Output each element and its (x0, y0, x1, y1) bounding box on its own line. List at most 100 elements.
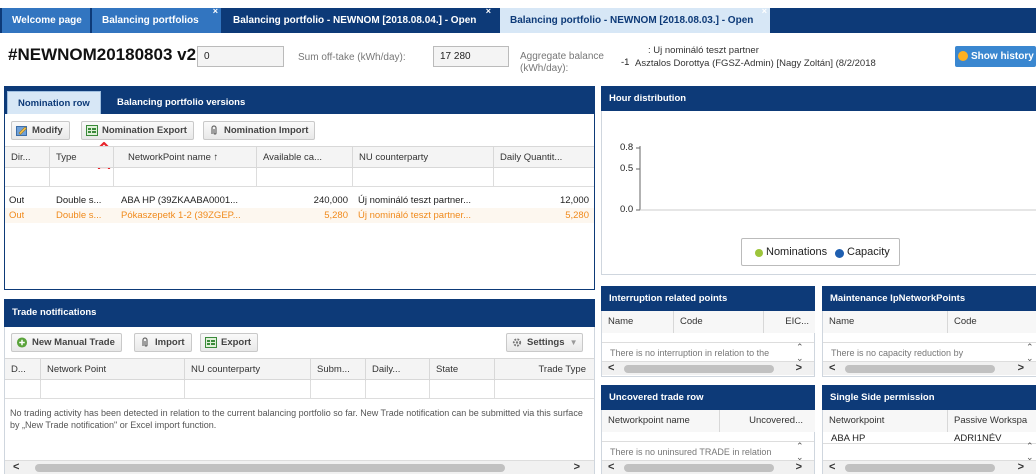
nomination-export-button[interactable]: Nomination Export (81, 121, 194, 140)
filter-cell[interactable] (430, 381, 495, 399)
filter-row[interactable] (823, 333, 1036, 343)
version-field[interactable]: 0 (197, 46, 284, 67)
col-state[interactable]: State (430, 359, 495, 381)
tab-portfolio-0804[interactable]: Balancing portfolio - NEWNOM [2018.08.04… (223, 8, 494, 33)
close-icon[interactable]: × (486, 8, 491, 24)
col-networkpoint-name[interactable]: Networkpoint name (602, 410, 720, 432)
filter-row[interactable] (602, 432, 814, 442)
tab-nomination-row[interactable]: Nomination row (7, 91, 101, 114)
trade-import-button[interactable]: Import (134, 333, 192, 352)
col-passive-workspace[interactable]: Passive Workspa (948, 410, 1036, 432)
col-networkpoint[interactable]: Networkpoint (823, 410, 948, 432)
tab-label: Balancing portfolio - NEWNOM [2018.08.03… (510, 15, 754, 26)
filter-cell[interactable] (366, 381, 430, 399)
legend-nominations[interactable]: Nominations (766, 246, 827, 258)
filter-cell[interactable] (5, 381, 41, 399)
filter-cell[interactable] (41, 381, 185, 399)
maintenance-scrollbar[interactable]: < > (823, 361, 1036, 375)
scroll-thumb[interactable] (35, 464, 505, 472)
col-networkpoint-name[interactable]: NetworkPoint name ↑ (114, 147, 257, 169)
show-history-button[interactable]: Show history (955, 46, 1036, 67)
col-code[interactable]: Code (948, 311, 1036, 333)
col-name[interactable]: Name (602, 311, 674, 333)
scroll-right-icon[interactable]: > (796, 362, 802, 375)
edit-icon (16, 126, 27, 136)
col-nu-counterparty[interactable]: NU counterparty (353, 147, 494, 169)
settings-button[interactable]: Settings ▼ (506, 333, 584, 352)
filter-cell[interactable] (495, 381, 594, 399)
tab-balancing-portfolios[interactable]: Balancing portfolios × (92, 8, 221, 33)
tab-welcome-page[interactable]: Welcome page (2, 8, 90, 33)
scroll-left-icon[interactable]: < (608, 461, 614, 474)
scroll-right-icon[interactable]: > (796, 461, 802, 474)
tab-label: Balancing portfolio - NEWNOM [2018.08.04… (233, 15, 477, 26)
single-side-panel: Networkpoint Passive Workspa ABA HP ADRI… (822, 410, 1036, 474)
col-trade-type[interactable]: Trade Type (495, 359, 594, 381)
sum-offtake-field[interactable]: 17 280 (433, 46, 509, 67)
modify-button[interactable]: Modify (11, 121, 70, 140)
col-code[interactable]: Code (674, 311, 764, 333)
filter-cell[interactable] (353, 169, 494, 187)
trade-notifications-header: Trade notifications (4, 299, 595, 327)
trade-export-button[interactable]: Export (200, 333, 259, 352)
scroll-right-icon[interactable]: > (1018, 461, 1024, 474)
interruption-scrollbar[interactable]: < > (602, 361, 814, 375)
close-icon[interactable]: × (762, 8, 767, 24)
col-submitted[interactable]: Subm... (311, 359, 366, 381)
col-direction[interactable]: Dir... (5, 147, 50, 169)
interruption-panel: Name Code EIC... There is no interruptio… (601, 311, 815, 377)
scroll-thumb[interactable] (845, 464, 995, 472)
scroll-left-icon[interactable]: < (608, 362, 614, 375)
col-type[interactable]: Type (50, 147, 114, 169)
maintenance-panel: Name Code There is no capacity reduction… (822, 311, 1036, 377)
filter-cell[interactable] (311, 381, 366, 399)
col-network-point[interactable]: Network Point (41, 359, 185, 381)
show-history-label: Show history (971, 51, 1034, 62)
table-row[interactable]: Out Double s... ABA HP (39ZKAABA0001... … (5, 193, 594, 208)
col-daily[interactable]: Daily... (366, 359, 430, 381)
scroll-thumb[interactable] (624, 464, 774, 472)
close-icon[interactable]: × (213, 8, 218, 24)
filter-cell[interactable] (257, 169, 353, 187)
col-direction[interactable]: D... (5, 359, 41, 381)
col-available-capacity[interactable]: Available ca... (257, 147, 353, 169)
table-row[interactable]: ABA HP ADRI1NÉV (823, 432, 1036, 444)
filter-row[interactable] (602, 333, 814, 343)
single-side-header: Single Side permission (822, 385, 1036, 410)
table-row[interactable]: Out Double s... Pókaszepetk 1-2 (39ZGEP.… (5, 208, 594, 223)
aggregate-balance-field[interactable]: -1 (620, 53, 634, 74)
legend-capacity[interactable]: Capacity (847, 246, 890, 258)
scroll-left-icon[interactable]: < (13, 461, 19, 474)
single-side-scrollbar[interactable]: < > (823, 460, 1036, 474)
partner-line-1: : Uj nomináló teszt partner (648, 45, 759, 56)
col-nu-counterparty[interactable]: NU counterparty (185, 359, 311, 381)
filter-cell[interactable] (494, 169, 594, 187)
scroll-thumb[interactable] (845, 365, 995, 373)
scroll-left-icon[interactable]: < (829, 461, 835, 474)
col-name[interactable]: Name (823, 311, 948, 333)
uncovered-scrollbar[interactable]: < > (602, 460, 814, 474)
partner-line-2: Asztalos Dorottya (FGSZ-Admin) [Nagy Zol… (635, 58, 876, 69)
uncovered-empty-message: There is no uninsured TRADE in relation (610, 447, 772, 457)
filter-cell[interactable] (5, 169, 50, 187)
scroll-thumb[interactable] (624, 365, 774, 373)
filter-cell[interactable] (114, 169, 257, 187)
tab-portfolio-versions[interactable]: Balancing portfolio versions (107, 91, 255, 114)
scroll-left-icon[interactable]: < (829, 362, 835, 375)
row-type: Double s... (56, 210, 102, 221)
nomination-import-button[interactable]: Nomination Import (203, 121, 316, 140)
row-type: Double s... (56, 195, 102, 206)
trade-scrollbar[interactable]: < > (5, 460, 594, 474)
row-available: 5,280 (324, 210, 348, 221)
col-uncovered[interactable]: Uncovered... (720, 410, 815, 432)
col-daily-quantity[interactable]: Daily Quantit... (494, 147, 594, 169)
tab-portfolio-0803[interactable]: Balancing portfolio - NEWNOM [2018.08.03… (500, 8, 770, 33)
gear-icon (512, 338, 522, 347)
filter-cell[interactable] (185, 381, 311, 399)
filter-cell[interactable] (50, 169, 114, 187)
new-manual-trade-button[interactable]: New Manual Trade (11, 333, 122, 352)
scroll-right-icon[interactable]: > (574, 461, 580, 474)
scroll-right-icon[interactable]: > (1018, 362, 1024, 375)
col-eic[interactable]: EIC... (764, 311, 815, 333)
history-icon (958, 51, 968, 61)
